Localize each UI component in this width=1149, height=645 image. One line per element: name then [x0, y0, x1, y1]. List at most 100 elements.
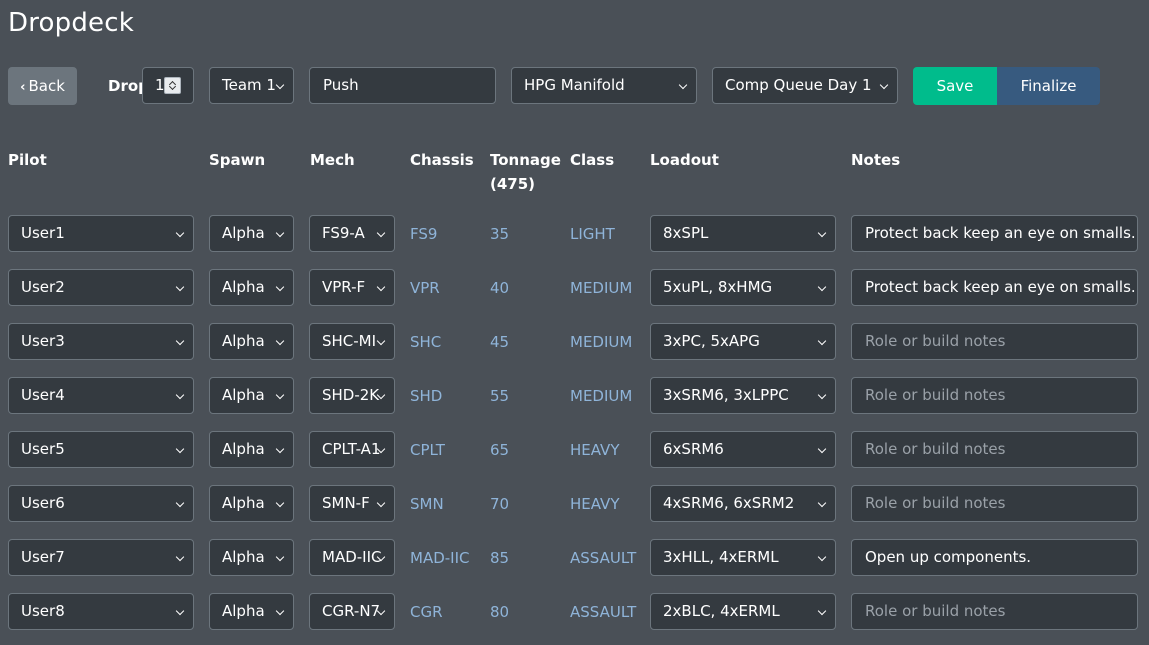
header-mech: Mech [310, 151, 355, 169]
class-text: MEDIUM [570, 279, 633, 297]
spawn-select-value: Alpha [222, 224, 265, 242]
team-select-value: Team 1 [222, 76, 276, 94]
spawn-select[interactable]: Alpha [209, 485, 294, 522]
mech-select-value: SMN-F [322, 494, 370, 512]
save-button[interactable]: Save [913, 67, 997, 105]
pilot-select-value: User5 [21, 440, 65, 458]
header-pilot: Pilot [8, 151, 47, 169]
loadout-select-value: 3xSRM6, 3xLPPC [663, 386, 789, 404]
team-select[interactable]: Team 1 [209, 67, 294, 104]
map-select-value: HPG Manifold [524, 76, 625, 94]
spawn-select[interactable]: Alpha [209, 323, 294, 360]
header-spawn: Spawn [209, 151, 266, 169]
loadout-select[interactable]: 3xHLL, 4xERML [650, 539, 836, 576]
pilot-select[interactable]: User6 [8, 485, 194, 522]
mech-select-value: SHD-2K [322, 386, 380, 404]
class-text: MEDIUM [570, 333, 633, 351]
spawn-select-value: Alpha [222, 332, 265, 350]
spawn-select-value: Alpha [222, 602, 265, 620]
notes-input[interactable]: Protect back keep an eye on smalls. [851, 269, 1138, 306]
notes-input[interactable]: Role or build notes [851, 431, 1138, 468]
notes-placeholder: Role or build notes [865, 386, 1006, 404]
header-loadout: Loadout [650, 151, 719, 169]
spawn-select[interactable]: Alpha [209, 215, 294, 252]
loadout-select[interactable]: 5xuPL, 8xHMG [650, 269, 836, 306]
mech-select[interactable]: CGR-N7 [309, 593, 395, 630]
chassis-text: FS9 [410, 225, 438, 243]
mech-select[interactable]: SHC-MI [309, 323, 395, 360]
loadout-select[interactable]: 6xSRM6 [650, 431, 836, 468]
map-select[interactable]: HPG Manifold [511, 67, 697, 104]
pilot-select[interactable]: User1 [8, 215, 194, 252]
tonnage-text: 35 [490, 225, 510, 243]
class-text: LIGHT [570, 225, 615, 243]
loadout-select-value: 5xuPL, 8xHMG [663, 278, 773, 296]
mech-select[interactable]: SHD-2K [309, 377, 395, 414]
notes-value: Open up components. [865, 548, 1032, 566]
spawn-select-value: Alpha [222, 386, 265, 404]
pilot-select[interactable]: User3 [8, 323, 194, 360]
drop-name-input[interactable]: Push [309, 67, 496, 104]
drop-number-input[interactable]: 1 [142, 67, 194, 104]
pilot-select[interactable]: User4 [8, 377, 194, 414]
back-button[interactable]: ‹ Back [8, 67, 77, 105]
spawn-select-value: Alpha [222, 440, 265, 458]
number-spinner-icon[interactable] [164, 77, 181, 94]
mech-select[interactable]: CPLT-A1 [309, 431, 395, 468]
pilot-select[interactable]: User7 [8, 539, 194, 576]
header-chassis: Chassis [410, 151, 474, 169]
pilot-select[interactable]: User5 [8, 431, 194, 468]
mech-select[interactable]: VPR-F [309, 269, 395, 306]
class-text: MEDIUM [570, 387, 633, 405]
spawn-select[interactable]: Alpha [209, 377, 294, 414]
loadout-select[interactable]: 3xPC, 5xAPG [650, 323, 836, 360]
chassis-text: SHD [410, 387, 443, 405]
header-tonnage-total: (475) [490, 175, 536, 193]
pilot-select[interactable]: User8 [8, 593, 194, 630]
header-notes: Notes [851, 151, 901, 169]
pilot-select-value: User6 [21, 494, 65, 512]
notes-input[interactable]: Role or build notes [851, 593, 1138, 630]
table-row: User7 Alpha MAD-IIC MAD-IIC 85 ASSAULT 3xHLL, … [0, 539, 1149, 577]
mech-select[interactable]: SMN-F [309, 485, 395, 522]
page-title: Dropdeck [8, 8, 135, 38]
notes-input[interactable]: Open up components. [851, 539, 1138, 576]
spawn-select[interactable]: Alpha [209, 593, 294, 630]
queue-select-value: Comp Queue Day 1 [725, 76, 872, 94]
header-tonnage-label: Tonnage [490, 151, 561, 169]
loadout-select[interactable]: 3xSRM6, 3xLPPC [650, 377, 836, 414]
class-text: HEAVY [570, 441, 620, 459]
class-text: HEAVY [570, 495, 620, 513]
finalize-button[interactable]: Finalize [997, 67, 1100, 105]
spawn-select-value: Alpha [222, 548, 265, 566]
spawn-select[interactable]: Alpha [209, 269, 294, 306]
pilot-select-value: User3 [21, 332, 65, 350]
mech-select[interactable]: FS9-A [309, 215, 395, 252]
pilot-select[interactable]: User2 [8, 269, 194, 306]
chassis-text: CPLT [410, 441, 445, 459]
loadout-select[interactable]: 4xSRM6, 6xSRM2 [650, 485, 836, 522]
notes-input[interactable]: Role or build notes [851, 323, 1138, 360]
loadout-select[interactable]: 8xSPL [650, 215, 836, 252]
spawn-select[interactable]: Alpha [209, 431, 294, 468]
tonnage-text: 85 [490, 549, 510, 567]
table-row: User5 Alpha CPLT-A1 CPLT 65 HEAVY 6xSRM6 Role o… [0, 431, 1149, 469]
queue-select[interactable]: Comp Queue Day 1 [712, 67, 898, 104]
spawn-select[interactable]: Alpha [209, 539, 294, 576]
pilot-select-value: User7 [21, 548, 65, 566]
notes-input[interactable]: Role or build notes [851, 377, 1138, 414]
mech-select-value: SHC-MI [322, 332, 377, 350]
tonnage-text: 65 [490, 441, 510, 459]
loadout-select-value: 4xSRM6, 6xSRM2 [663, 494, 795, 512]
notes-input[interactable]: Role or build notes [851, 485, 1138, 522]
notes-placeholder: Role or build notes [865, 332, 1006, 350]
notes-input[interactable]: Protect back keep an eye on smalls. [851, 215, 1138, 252]
table-row: User2 Alpha VPR-F VPR 40 MEDIUM 5xuPL, 8xHMG Pr… [0, 269, 1149, 307]
mech-select[interactable]: MAD-IIC [309, 539, 395, 576]
pilot-select-value: User1 [21, 224, 65, 242]
loadout-select[interactable]: 2xBLC, 4xERML [650, 593, 836, 630]
notes-value: Protect back keep an eye on smalls. [865, 278, 1136, 296]
table-row: User6 Alpha SMN-F SMN 70 HEAVY 4xSRM6, 6xSRM2 R… [0, 485, 1149, 523]
pilot-select-value: User2 [21, 278, 65, 296]
mech-select-value: MAD-IIC [322, 548, 382, 566]
